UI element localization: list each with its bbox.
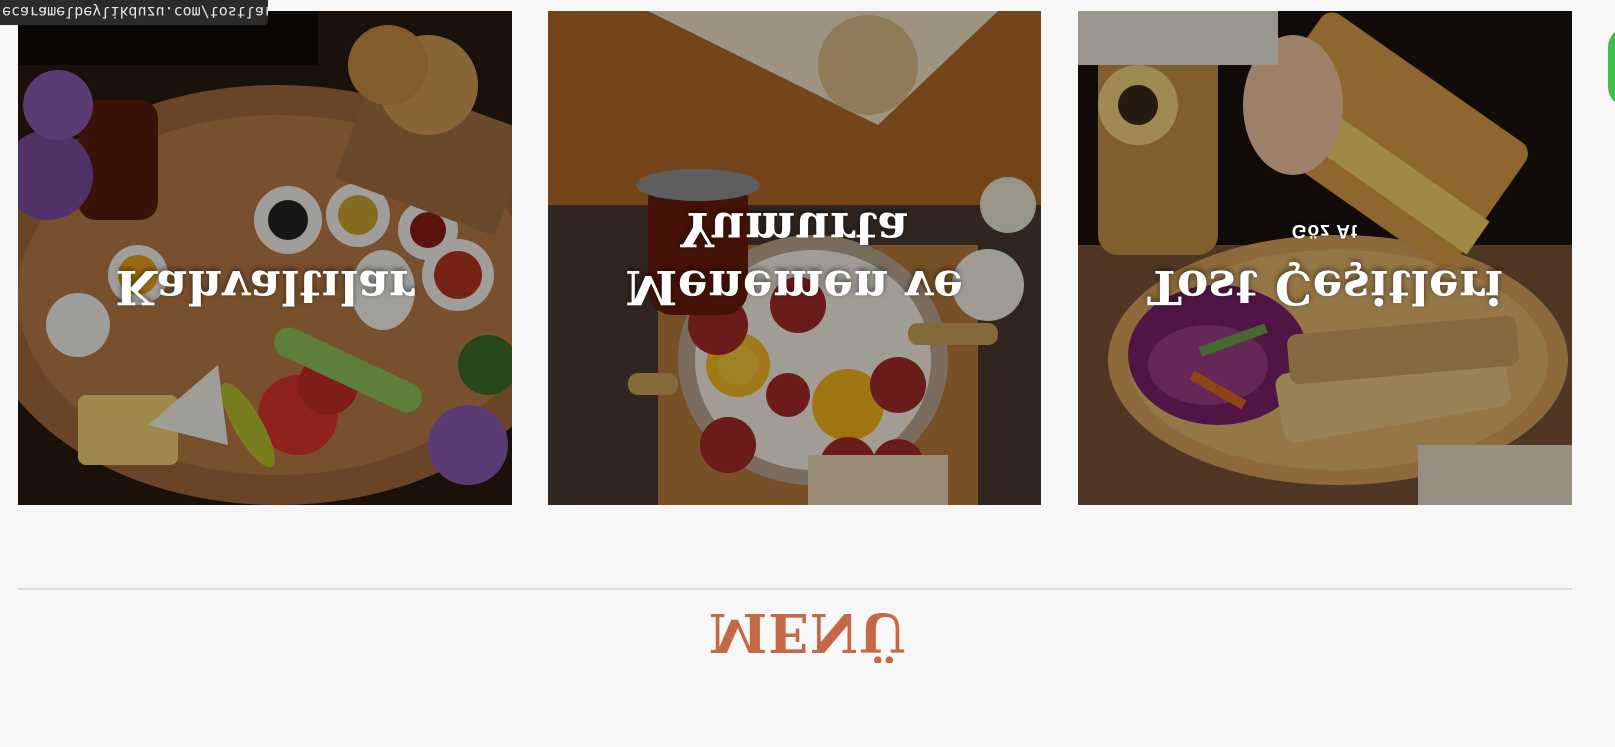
card-caption: Tost Çeşitleri Göz At (1078, 219, 1572, 315)
page-content: Kahvaltılar Menemen ve Yumurta Tost Çeşi… (0, 0, 1615, 747)
card-caption: Menemen ve Yumurta (548, 183, 1041, 315)
section-title-menu: MENÜ (708, 601, 907, 663)
menu-card-tost-cesitleri[interactable]: Tost Çeşitleri Göz At (1078, 11, 1572, 505)
floating-chat-button[interactable] (1608, 27, 1615, 107)
card-title: Kahvaltılar (115, 259, 415, 314)
card-caption: Kahvaltılar (18, 241, 512, 315)
card-title: Menemen ve (625, 259, 964, 314)
card-title: Tost Çeşitleri (1146, 259, 1504, 314)
menu-card-kahvaltilar[interactable]: Kahvaltılar (18, 11, 512, 505)
card-title-line2: Yumurta (680, 201, 909, 256)
card-cta-goz-at[interactable]: Göz At (1078, 219, 1572, 241)
section-divider (18, 588, 1572, 590)
menu-card-menemen-ve-yumurta[interactable]: Menemen ve Yumurta (548, 11, 1041, 505)
link-preview-status-bar: ecaramelbeylikduzu.com/tostlar/ (0, 0, 268, 25)
